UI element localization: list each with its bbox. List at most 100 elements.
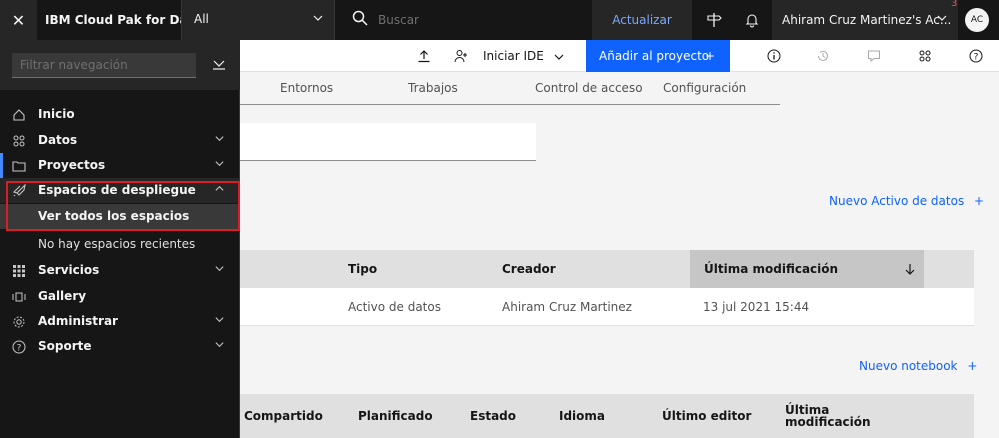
column-header-tipo[interactable]: Tipo	[348, 250, 377, 288]
column-header-planificado[interactable]: Planificado	[358, 394, 433, 438]
data-assets-table-header: Tipo Creador Última modificación	[240, 250, 974, 288]
scope-value: All	[194, 12, 209, 26]
sidebar-item-administrar[interactable]: Administrar	[0, 309, 239, 334]
help-icon: ?	[969, 49, 983, 63]
notifications-button[interactable]	[736, 0, 768, 40]
column-header-ultimo-editor[interactable]: Último editor	[662, 394, 751, 438]
help-button[interactable]: ?	[964, 40, 988, 72]
sidebar-item-servicios[interactable]: Servicios	[0, 258, 239, 283]
upload-icon	[418, 50, 430, 63]
sidebar-item-label: Servicios	[38, 263, 100, 277]
sidebar-item-proyectos[interactable]: Proyectos	[0, 153, 239, 178]
new-data-asset-link[interactable]: Nuevo Activo de datos +	[829, 194, 984, 208]
account-name: Ahiram Cruz Martinez's Ac...	[782, 13, 952, 27]
chevron-down-icon	[214, 339, 225, 353]
notification-badge: 3	[951, 0, 958, 9]
scope-dropdown[interactable]: All	[181, 0, 335, 40]
sidebar-item-label: Gallery	[38, 289, 87, 303]
account-switcher[interactable]: Ahiram Cruz Martinez's Ac...	[772, 0, 958, 40]
close-icon: ✕	[11, 10, 26, 30]
update-button[interactable]: Actualizar	[592, 0, 692, 40]
sidebar-item-gallery[interactable]: Gallery	[0, 284, 239, 309]
new-data-asset-label: Nuevo Activo de datos	[829, 194, 965, 208]
sidebar-item-soporte[interactable]: ? Soporte	[0, 334, 239, 359]
asset-search-input[interactable]	[240, 123, 536, 161]
filter-nav-input[interactable]: Filtrar navegación	[12, 53, 196, 78]
sidebar-subitem-ver-todos[interactable]: Ver todos los espacios	[0, 204, 239, 229]
add-to-project-button[interactable]: Añadir al proyecto +	[586, 40, 730, 72]
empty-state-text: No hay espacios recientes	[38, 237, 196, 251]
info-button[interactable]	[762, 40, 786, 72]
data-icon	[919, 50, 931, 62]
sidebar-item-label: Soporte	[38, 339, 92, 353]
sort-arrow-down-icon	[905, 264, 915, 275]
chevron-down-icon	[214, 263, 225, 277]
rocket-icon	[12, 183, 26, 198]
column-header-idioma[interactable]: Idioma	[559, 394, 605, 438]
chevron-down-icon	[554, 54, 564, 60]
data-icon	[12, 134, 26, 148]
add-collaborator-button[interactable]	[449, 40, 473, 72]
history-icon	[818, 50, 828, 61]
gallery-icon	[12, 290, 26, 304]
main-content: Iniciar IDE Añadir al proyecto + ? Entor…	[240, 40, 999, 438]
plus-icon: +	[974, 194, 985, 208]
cell-ultima-modificacion: 13 jul 2021 15:44	[703, 300, 810, 314]
global-search[interactable]	[336, 0, 592, 40]
sidebar-item-inicio[interactable]: Inicio	[0, 102, 239, 127]
signpost-icon	[707, 13, 722, 27]
help-icon: ?	[12, 340, 26, 354]
folder-icon	[12, 159, 26, 173]
column-header-estado[interactable]: Estado	[470, 394, 516, 438]
brand-name[interactable]: IBM Cloud Pak for Data	[45, 0, 201, 40]
launch-ide-label: Iniciar IDE	[483, 49, 544, 63]
nav-filter: Filtrar navegación	[0, 40, 240, 90]
column-header-label: Última modificación	[704, 262, 839, 276]
upload-button[interactable]	[412, 40, 436, 72]
sidebar-item-label: Administrar	[38, 314, 118, 328]
collapse-all-icon[interactable]	[212, 57, 226, 71]
tours-button[interactable]	[698, 0, 730, 40]
comments-button[interactable]	[862, 40, 886, 72]
chat-icon	[868, 50, 880, 63]
chevron-down-icon	[214, 314, 225, 328]
notebooks-table-header: Compartido Planificado Estado Idioma Últ…	[240, 394, 974, 438]
new-notebook-label: Nuevo notebook	[859, 359, 958, 373]
svg-text:?: ?	[974, 53, 979, 63]
column-header-compartido[interactable]: Compartido	[244, 394, 323, 438]
tab-trabajos[interactable]: Trabajos	[408, 72, 458, 105]
new-notebook-link[interactable]: Nuevo notebook +	[859, 359, 977, 373]
info-icon	[767, 49, 781, 63]
top-header: ✕ IBM Cloud Pak for Data All Actualizar …	[0, 0, 999, 40]
tab-configuracion[interactable]: Configuración	[663, 72, 746, 105]
side-navigation: Filtrar navegación Inicio Datos Proyecto…	[0, 40, 240, 438]
close-nav-button[interactable]: ✕	[0, 0, 37, 40]
avatar[interactable]: AC	[965, 8, 989, 32]
tab-entornos[interactable]: Entornos	[280, 72, 333, 105]
sidebar-item-datos[interactable]: Datos	[0, 128, 239, 153]
assets-button[interactable]	[913, 40, 937, 72]
sidebar-item-espacios[interactable]: Espacios de despliegue	[0, 178, 239, 203]
cell-tipo: Activo de datos	[348, 300, 441, 314]
sidebar-item-label: Datos	[38, 133, 78, 147]
add-to-project-label: Añadir al proyecto	[599, 49, 710, 63]
chevron-down-icon	[936, 0, 948, 40]
column-header-creador[interactable]: Creador	[502, 250, 556, 288]
column-header-ultima-modificacion[interactable]: Última modificación	[785, 394, 871, 438]
plus-icon: +	[967, 359, 978, 373]
table-row[interactable]: Activo de datos Ahiram Cruz Martinez 13 …	[240, 288, 974, 326]
search-input[interactable]	[378, 10, 578, 30]
sidebar-subitem-label: Ver todos los espacios	[38, 209, 190, 223]
tab-control-acceso[interactable]: Control de acceso	[535, 72, 643, 105]
plus-icon: +	[704, 49, 715, 63]
sidebar-subitem-no-recent: No hay espacios recientes	[0, 232, 239, 257]
project-toolbar: Iniciar IDE Añadir al proyecto + ?	[240, 40, 999, 72]
project-tabs: Entornos Trabajos Control de acceso Conf…	[240, 72, 780, 105]
chevron-down-icon	[312, 12, 324, 27]
grid-icon	[12, 264, 26, 278]
column-header-ultima-modificacion[interactable]: Última modificación	[690, 250, 924, 288]
sidebar-item-label: Inicio	[38, 107, 75, 121]
launch-ide-dropdown[interactable]: Iniciar IDE	[483, 40, 565, 72]
history-button[interactable]	[811, 40, 835, 72]
cell-creador: Ahiram Cruz Martinez	[502, 300, 632, 314]
